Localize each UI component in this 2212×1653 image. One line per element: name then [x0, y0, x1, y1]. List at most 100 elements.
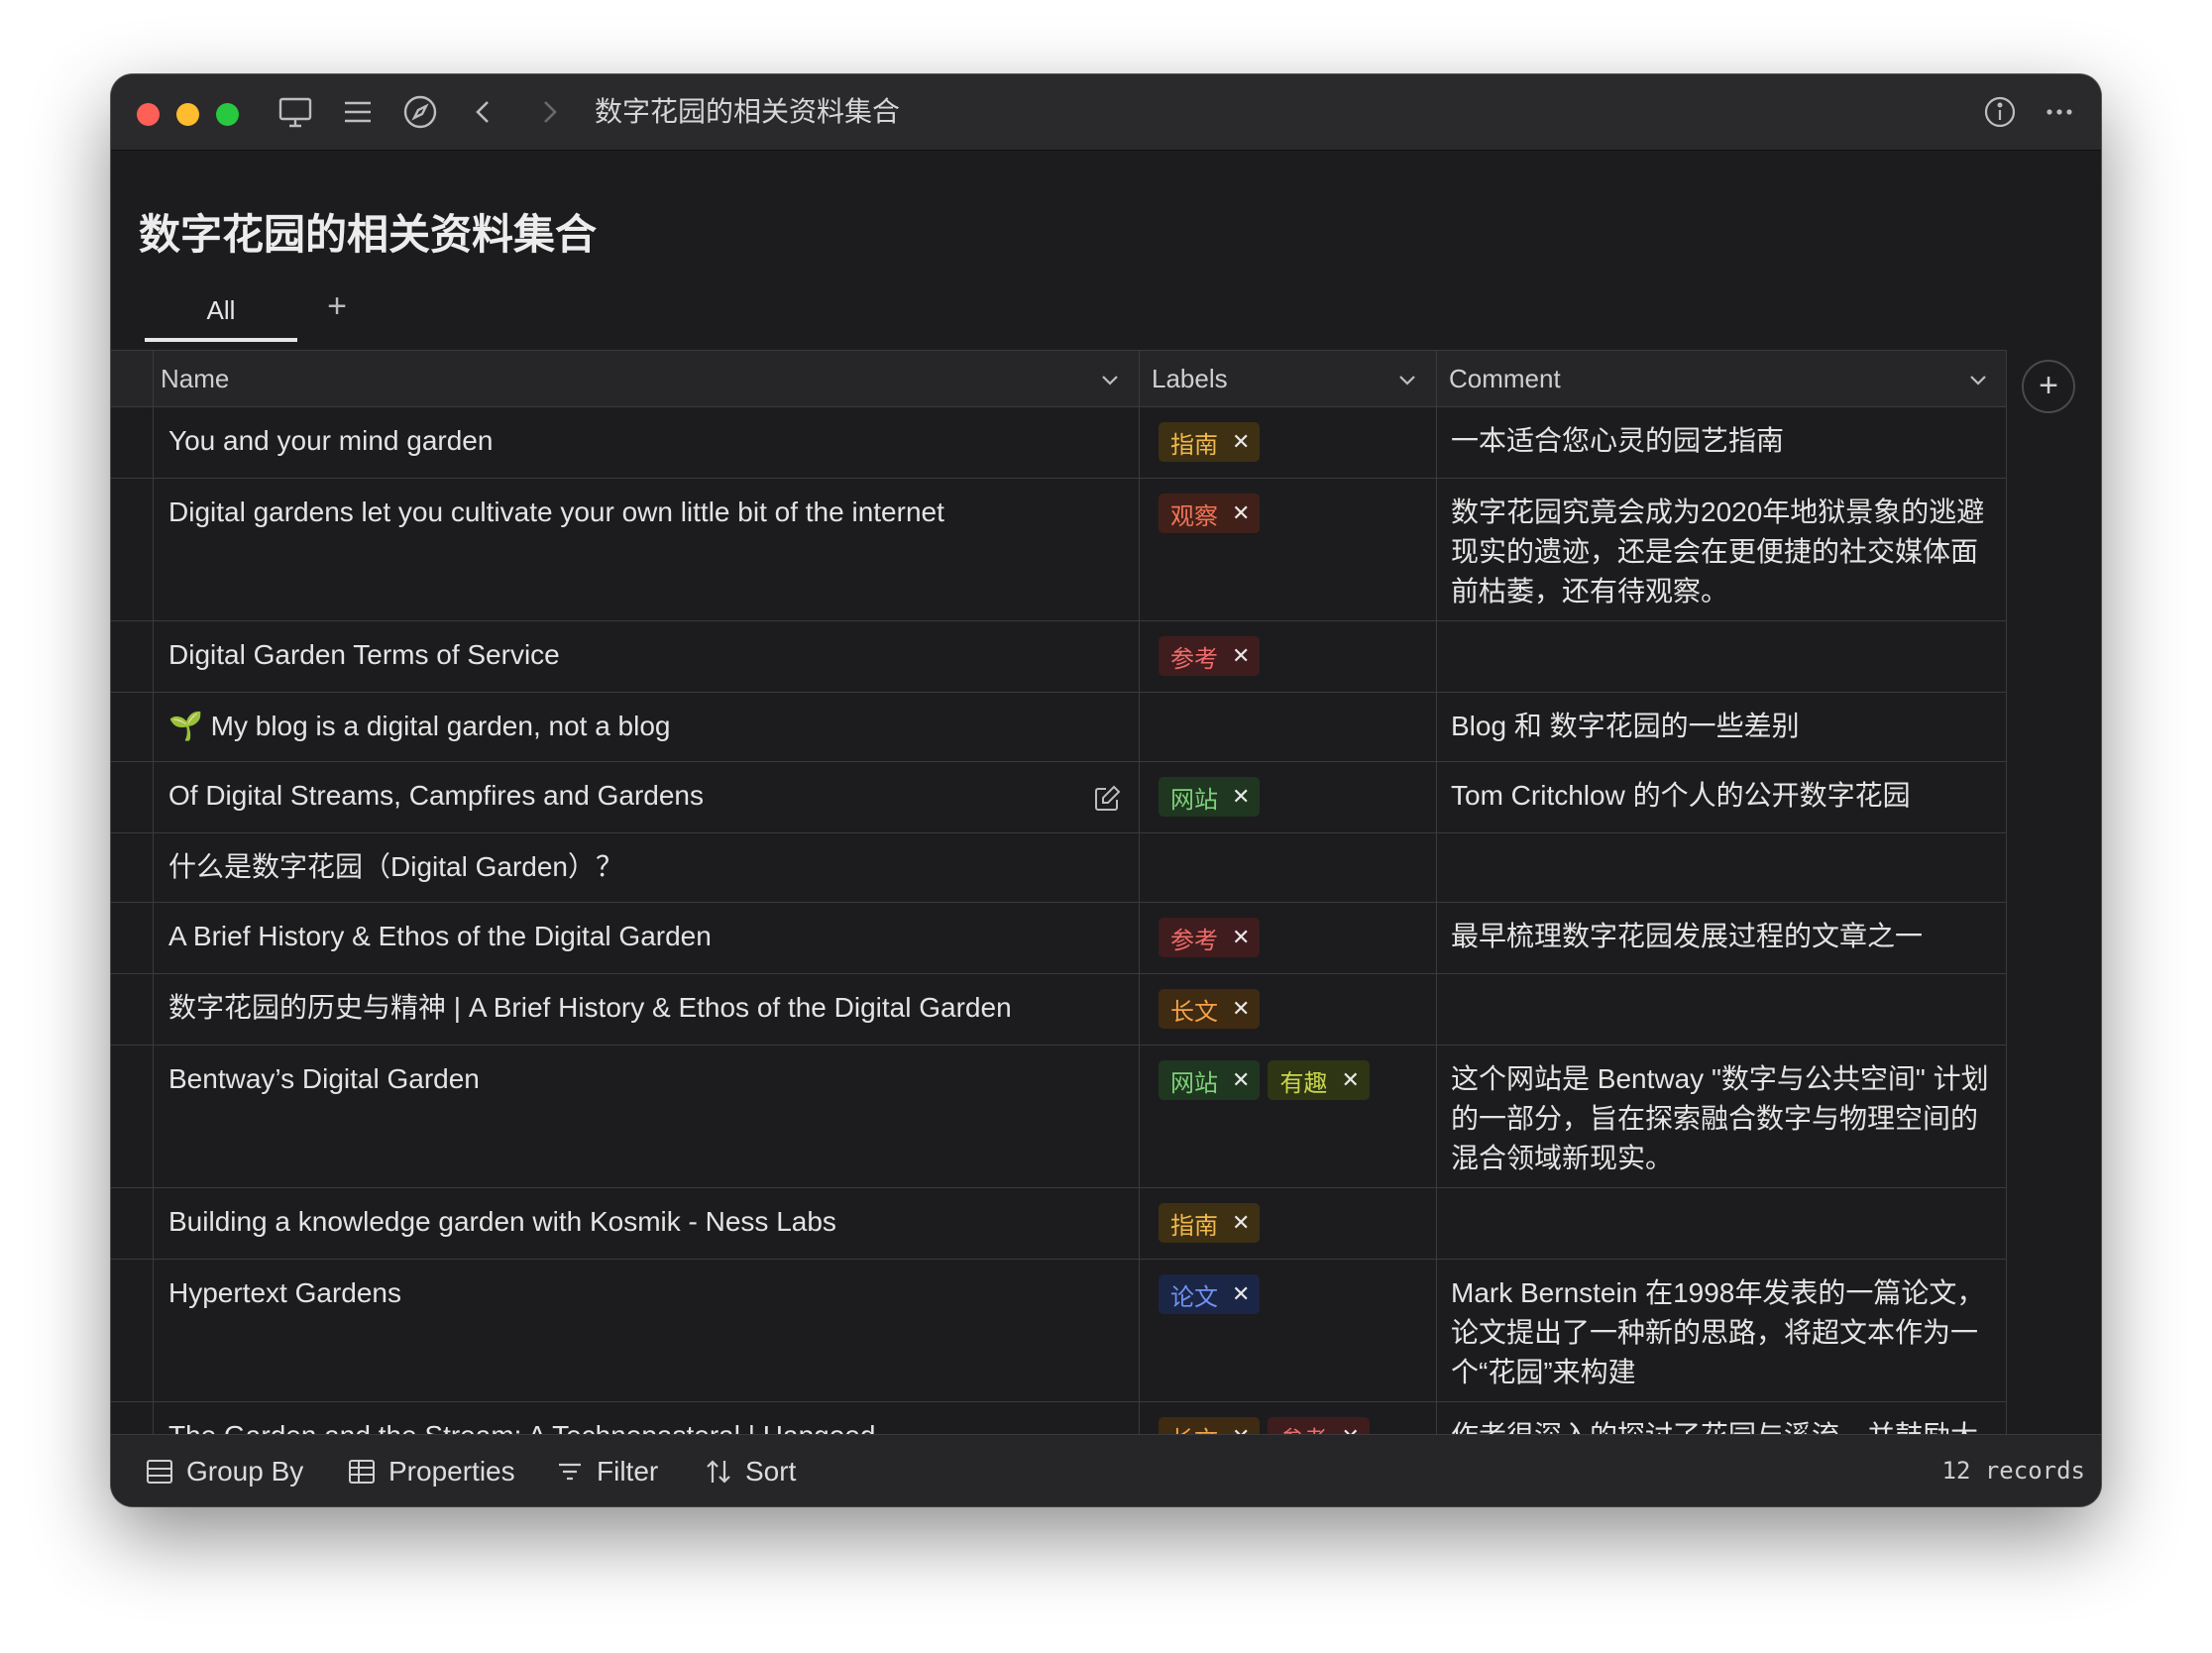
- row-labels: 参考 ✕: [1159, 636, 1261, 676]
- row-name[interactable]: 什么是数字花园（Digital Garden）？: [168, 847, 1120, 887]
- label-tag-text: 长文: [1170, 998, 1218, 1026]
- label-tag-text: 指南: [1170, 431, 1218, 459]
- monitor-icon[interactable]: [276, 92, 315, 132]
- close-window-button[interactable]: [137, 103, 160, 126]
- remove-label-icon[interactable]: ✕: [1232, 784, 1250, 810]
- row-comment[interactable]: 一本适合您心灵的园艺指南: [1451, 421, 1994, 461]
- window-title: 数字花园的相关资料集合: [595, 96, 901, 127]
- row-comment[interactable]: 最早梳理数字花园发展过程的文章之一: [1451, 917, 1994, 956]
- group-by-button[interactable]: Group By: [145, 1435, 303, 1506]
- column-header-name-label: Name: [161, 364, 230, 393]
- record-count: 12 records: [1941, 1457, 2086, 1485]
- add-column-button[interactable]: +: [2022, 360, 2075, 413]
- table-row[interactable]: 🌱 My blog is a digital garden, not a blo…: [111, 693, 2007, 762]
- filter-label: Filter: [597, 1455, 659, 1487]
- row-name[interactable]: 🌱 My blog is a digital garden, not a blo…: [168, 707, 1120, 746]
- table-row[interactable]: Bentway’s Digital Garden 网站 ✕ 有趣 ✕ 这个网站是 Bent…: [111, 1046, 2007, 1188]
- row-name[interactable]: Digital gardens let you cultivate your o…: [168, 493, 1120, 532]
- label-tag[interactable]: 论文 ✕: [1159, 1274, 1261, 1314]
- row-labels: 论文 ✕: [1159, 1274, 1261, 1314]
- sort-label: Sort: [745, 1455, 797, 1487]
- row-labels: 指南 ✕: [1159, 1203, 1261, 1243]
- label-tag-text: 指南: [1170, 1212, 1218, 1240]
- row-name[interactable]: Bentway’s Digital Garden: [168, 1059, 1120, 1099]
- sort-button[interactable]: Sort: [704, 1435, 796, 1506]
- row-name[interactable]: 数字花园的历史与精神 | A Brief History & Ethos of …: [168, 988, 1120, 1028]
- table-icon: [349, 1459, 375, 1484]
- footer-toolbar: Group By Properties Filter Sort 12 recor…: [111, 1434, 2101, 1506]
- row-name[interactable]: A Brief History & Ethos of the Digital G…: [168, 917, 1120, 956]
- page-title: 数字花园的相关资料集合: [139, 211, 598, 258]
- label-tag[interactable]: 参考 ✕: [1159, 918, 1261, 957]
- info-icon[interactable]: [1980, 92, 2020, 132]
- remove-label-icon[interactable]: ✕: [1232, 1067, 1250, 1093]
- table-row[interactable]: A Brief History & Ethos of the Digital G…: [111, 903, 2007, 974]
- edit-icon[interactable]: [1092, 784, 1122, 814]
- label-tag-text: 有趣: [1279, 1069, 1328, 1097]
- chevron-down-icon[interactable]: [1966, 368, 1990, 391]
- remove-label-icon[interactable]: ✕: [1232, 996, 1250, 1022]
- app-window: 数字花园的相关资料集合 数字花园的相关资料集合 All + Name Label…: [111, 74, 2101, 1506]
- forward-icon[interactable]: [529, 92, 569, 132]
- group-by-label: Group By: [186, 1455, 304, 1487]
- properties-button[interactable]: Properties: [347, 1435, 515, 1506]
- chevron-down-icon[interactable]: [1395, 368, 1419, 391]
- label-tag[interactable]: 有趣 ✕: [1268, 1060, 1370, 1100]
- list-icon[interactable]: [338, 92, 378, 132]
- column-header-labels[interactable]: Labels: [1140, 351, 1437, 408]
- sort-icon: [707, 1459, 730, 1484]
- row-comment[interactable]: 数字花园究竟会成为2020年地狱景象的逃避现实的遗迹，还是会在更便捷的社交媒体面…: [1451, 493, 1994, 611]
- row-comment[interactable]: Tom Critchlow 的个人的公开数字花园: [1451, 776, 1994, 816]
- label-tag-text: 参考: [1170, 645, 1218, 673]
- row-name[interactable]: Hypertext Gardens: [168, 1273, 1120, 1313]
- remove-label-icon[interactable]: ✕: [1232, 500, 1250, 526]
- row-labels: 参考 ✕: [1159, 918, 1261, 957]
- row-name[interactable]: Of Digital Streams, Campfires and Garden…: [168, 776, 1120, 816]
- filter-button[interactable]: Filter: [555, 1435, 658, 1506]
- remove-label-icon[interactable]: ✕: [1232, 643, 1250, 669]
- label-tag-text: 论文: [1170, 1283, 1218, 1311]
- column-header-comment-label: Comment: [1449, 364, 1561, 393]
- table-row[interactable]: 数字花园的历史与精神 | A Brief History & Ethos of …: [111, 974, 2007, 1046]
- label-tag[interactable]: 参考 ✕: [1159, 636, 1261, 676]
- zoom-window-button[interactable]: [216, 103, 239, 126]
- chevron-down-icon[interactable]: [1098, 368, 1122, 391]
- label-tag[interactable]: 指南 ✕: [1159, 1203, 1261, 1243]
- label-tag[interactable]: 网站 ✕: [1159, 1060, 1261, 1100]
- label-tag-text: 参考: [1170, 927, 1218, 954]
- label-tag[interactable]: 指南 ✕: [1159, 422, 1261, 462]
- label-tag[interactable]: 网站 ✕: [1159, 777, 1261, 817]
- label-tag[interactable]: 观察 ✕: [1159, 494, 1261, 533]
- table-row[interactable]: 什么是数字花园（Digital Garden）？: [111, 833, 2007, 903]
- row-comment[interactable]: Mark Bernstein 在1998年发表的一篇论文，论文提出了一种新的思路…: [1451, 1273, 1994, 1392]
- row-name[interactable]: Building a knowledge garden with Kosmik …: [168, 1202, 1120, 1242]
- row-labels: 观察 ✕: [1159, 494, 1261, 533]
- column-header-name[interactable]: Name: [149, 351, 1140, 408]
- compass-icon[interactable]: [400, 92, 440, 132]
- column-header-comment[interactable]: Comment: [1437, 351, 2007, 408]
- back-icon[interactable]: [464, 92, 503, 132]
- table-body: You and your mind garden 指南 ✕ 一本适合您心灵的园艺指南 D…: [111, 407, 2007, 1501]
- row-comment[interactable]: Blog 和 数字花园的一些差别: [1451, 707, 1994, 746]
- table-row[interactable]: Building a knowledge garden with Kosmik …: [111, 1188, 2007, 1260]
- minimize-window-button[interactable]: [176, 103, 199, 126]
- table-row[interactable]: Hypertext Gardens 论文 ✕ Mark Bernstein 在1998…: [111, 1260, 2007, 1402]
- remove-label-icon[interactable]: ✕: [1341, 1067, 1359, 1093]
- more-icon[interactable]: [2040, 92, 2079, 132]
- tab-all[interactable]: All: [145, 282, 297, 342]
- table-row[interactable]: Digital Garden Terms of Service 参考 ✕: [111, 621, 2007, 693]
- table-row[interactable]: Of Digital Streams, Campfires and Garden…: [111, 762, 2007, 833]
- remove-label-icon[interactable]: ✕: [1232, 1210, 1250, 1236]
- table-row[interactable]: You and your mind garden 指南 ✕ 一本适合您心灵的园艺指南: [111, 407, 2007, 479]
- add-view-button[interactable]: +: [315, 284, 359, 328]
- label-tag[interactable]: 长文 ✕: [1159, 989, 1261, 1029]
- row-labels: 长文 ✕: [1159, 989, 1261, 1029]
- row-name[interactable]: Digital Garden Terms of Service: [168, 635, 1120, 675]
- remove-label-icon[interactable]: ✕: [1232, 429, 1250, 455]
- row-comment[interactable]: 这个网站是 Bentway "数字与公共空间" 计划的一部分，旨在探索融合数字与…: [1451, 1059, 1994, 1178]
- label-tag-text: 网站: [1170, 786, 1218, 814]
- row-name[interactable]: You and your mind garden: [168, 421, 1120, 461]
- remove-label-icon[interactable]: ✕: [1232, 925, 1250, 950]
- remove-label-icon[interactable]: ✕: [1232, 1281, 1250, 1307]
- table-row[interactable]: Digital gardens let you cultivate your o…: [111, 479, 2007, 621]
